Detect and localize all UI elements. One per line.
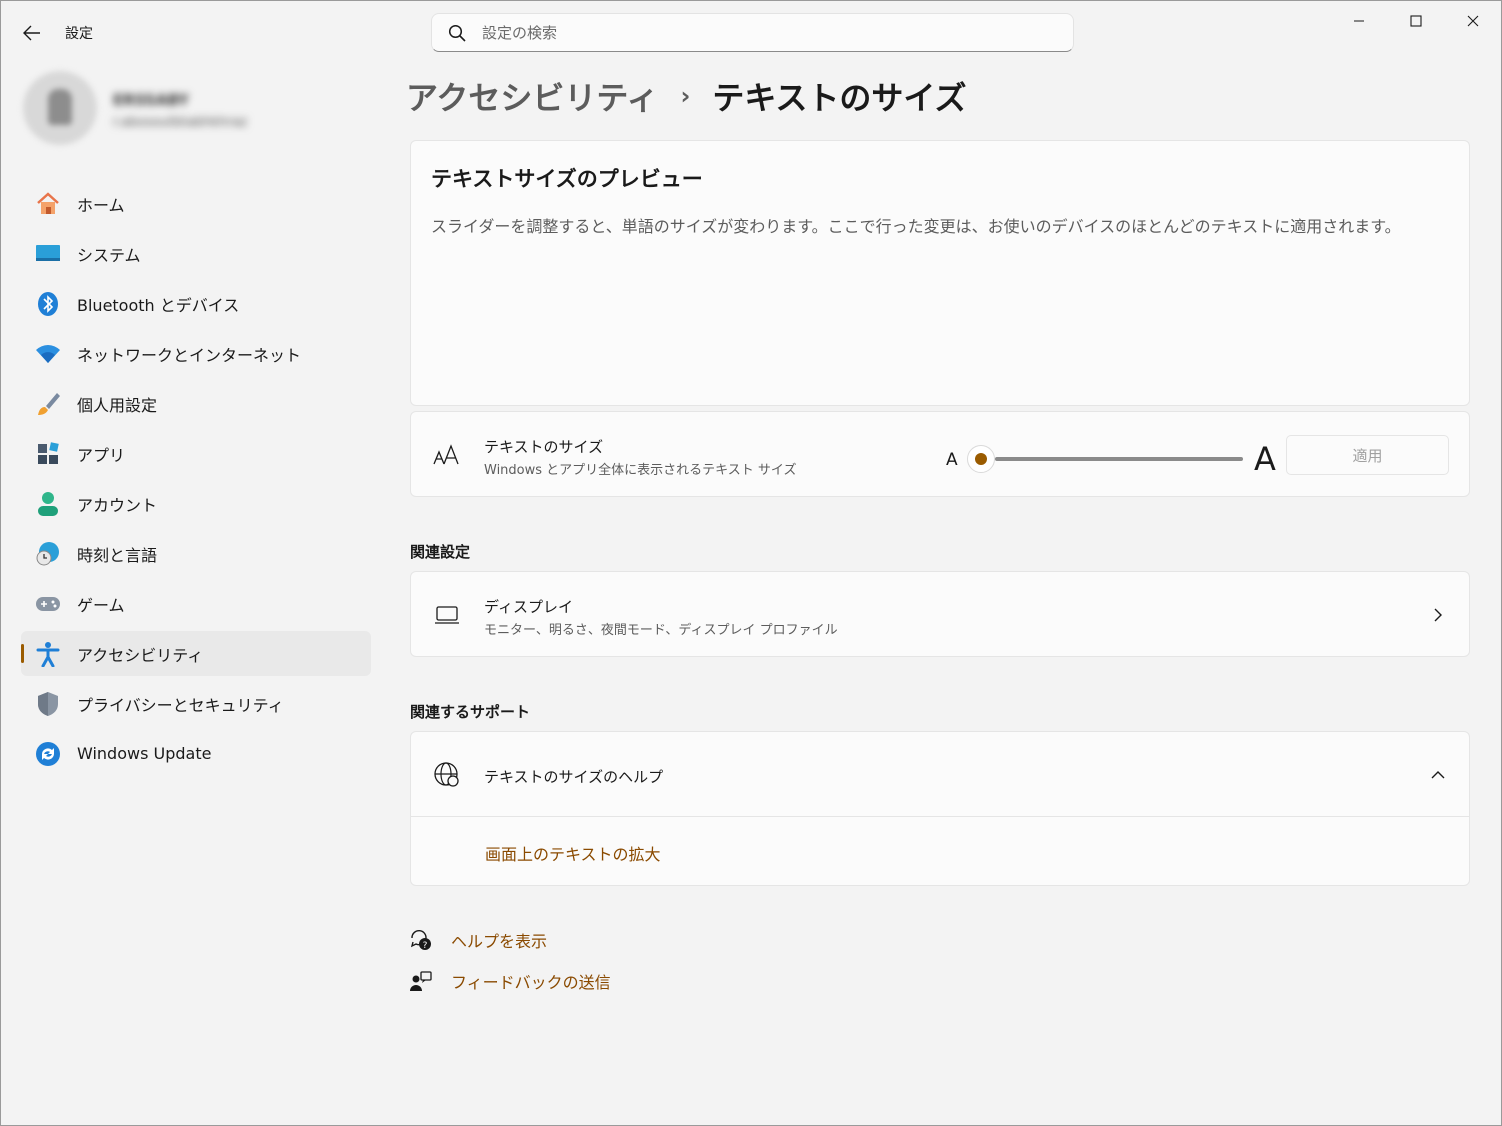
sidebar-item-gaming[interactable]: ゲーム: [21, 581, 371, 626]
minimize-icon: [1353, 20, 1364, 22]
send-feedback-label: フィードバックの送信: [451, 973, 611, 992]
search-box[interactable]: [431, 13, 1074, 52]
settings-window: 設定 ERSSABY r.abosoutbtabhkhraz ホーム システム: [0, 0, 1502, 1126]
help-expander-header[interactable]: テキストのサイズのヘルプ: [411, 732, 1469, 817]
preview-description: スライダーを調整すると、単語のサイズが変わります。ここで行った変更は、お使いのデ…: [431, 217, 1401, 236]
sidebar-item-label: プライバシーとセキュリティ: [77, 695, 284, 715]
breadcrumb-parent[interactable]: アクセシビリティ: [406, 73, 658, 119]
time-language-icon: [33, 539, 63, 569]
text-size-icon: [431, 439, 463, 471]
close-icon: [1467, 15, 1478, 27]
sidebar-item-label: システム: [77, 245, 141, 265]
wifi-icon: [33, 339, 63, 369]
get-help-link[interactable]: ? ヘルプを表示: [409, 928, 547, 952]
minimize-button[interactable]: [1330, 1, 1387, 41]
bluetooth-icon: [33, 289, 63, 319]
globe-help-icon: [431, 759, 463, 791]
profile-name: ERSSABY: [113, 91, 189, 109]
accessibility-icon: [33, 639, 63, 669]
related-support-heading: 関連するサポート: [410, 703, 531, 721]
text-size-preview-card: テキストサイズのプレビュー スライダーを調整すると、単語のサイズが変わります。こ…: [410, 140, 1470, 406]
app-title: 設定: [65, 26, 93, 42]
display-subtitle: モニター、明るさ、夜間モード、ディスプレイ プロファイル: [484, 623, 838, 638]
sidebar-item-personalization[interactable]: 個人用設定: [21, 381, 371, 426]
search-icon: [446, 22, 468, 44]
enlarge-text-help-link[interactable]: 画面上のテキストの拡大: [485, 841, 661, 865]
text-size-title: テキストのサイズ: [484, 438, 604, 456]
search-input[interactable]: [482, 23, 1042, 42]
sidebar-item-bluetooth[interactable]: Bluetooth とデバイス: [21, 281, 371, 326]
display-settings-link[interactable]: ディスプレイ モニター、明るさ、夜間モード、ディスプレイ プロファイル: [410, 571, 1470, 657]
send-feedback-link[interactable]: フィードバックの送信: [409, 969, 611, 993]
system-icon: [33, 239, 63, 269]
account-icon: [33, 489, 63, 519]
slider-track[interactable]: [995, 457, 1243, 461]
help-chat-icon: ?: [409, 928, 433, 952]
sidebar-item-label: 個人用設定: [77, 395, 158, 415]
maximize-icon: [1409, 15, 1422, 27]
shield-icon: [33, 689, 63, 719]
related-settings-heading: 関連設定: [410, 543, 471, 561]
close-button[interactable]: [1444, 1, 1501, 41]
preview-title: テキストサイズのプレビュー: [431, 167, 703, 191]
update-icon: [33, 739, 63, 769]
gamepad-icon: [33, 589, 63, 619]
sidebar-item-home[interactable]: ホーム: [21, 181, 371, 226]
feedback-icon: [409, 969, 433, 993]
sidebar-item-network[interactable]: ネットワークとインターネット: [21, 331, 371, 376]
apps-icon: [33, 439, 63, 469]
profile-email: r.abosoutbtabhkhraz: [113, 115, 248, 130]
sidebar-item-label: ホーム: [77, 195, 125, 215]
svg-text:?: ?: [423, 941, 428, 951]
sidebar-item-label: ネットワークとインターネット: [77, 345, 302, 365]
sidebar-item-windows-update[interactable]: Windows Update: [21, 731, 371, 776]
sidebar-nav: ホーム システム Bluetooth とデバイス ネットワークとインターネット …: [21, 181, 371, 781]
sidebar-item-label: Bluetooth とデバイス: [77, 295, 240, 315]
sidebar-item-apps[interactable]: アプリ: [21, 431, 371, 476]
display-title: ディスプレイ: [484, 598, 573, 616]
page-title: テキストのサイズ: [712, 79, 967, 117]
slider-thumb[interactable]: [967, 445, 995, 473]
brush-icon: [33, 389, 63, 419]
breadcrumb: アクセシビリティ › テキストのサイズ: [406, 73, 966, 119]
text-size-slider[interactable]: [967, 442, 1245, 476]
sidebar-item-label: 時刻と言語: [77, 545, 158, 565]
home-icon: [33, 189, 63, 219]
sidebar-item-accessibility[interactable]: アクセシビリティ: [21, 631, 371, 676]
apply-button[interactable]: 適用: [1286, 435, 1449, 475]
slider-max-label: A: [1254, 440, 1276, 478]
chevron-up-icon: [1429, 766, 1447, 784]
back-button[interactable]: [15, 17, 49, 49]
sidebar-item-system[interactable]: システム: [21, 231, 371, 276]
text-size-setting-card: テキストのサイズ Windows とアプリ全体に表示されるテキスト サイズ A …: [410, 411, 1470, 497]
maximize-button[interactable]: [1387, 1, 1444, 41]
sidebar-item-label: アカウント: [77, 495, 158, 515]
sidebar-item-label: アクセシビリティ: [77, 645, 204, 665]
sidebar-item-accounts[interactable]: アカウント: [21, 481, 371, 526]
sidebar-item-time-language[interactable]: 時刻と言語: [21, 531, 371, 576]
breadcrumb-separator: ›: [680, 82, 691, 110]
sidebar-item-label: ゲーム: [77, 595, 125, 615]
text-size-subtitle: Windows とアプリ全体に表示されるテキスト サイズ: [484, 463, 797, 478]
slider-min-label: A: [946, 450, 958, 470]
help-title: テキストのサイズのヘルプ: [484, 768, 664, 786]
sidebar-item-privacy-security[interactable]: プライバシーとセキュリティ: [21, 681, 371, 726]
sidebar-item-label: Windows Update: [77, 744, 212, 763]
sidebar-item-label: アプリ: [77, 445, 126, 465]
text-size-help-expander: テキストのサイズのヘルプ 画面上のテキストの拡大: [410, 731, 1470, 886]
avatar[interactable]: [23, 71, 97, 145]
back-arrow-icon: [23, 25, 40, 41]
get-help-label: ヘルプを表示: [451, 932, 548, 951]
chevron-right-icon: [1429, 606, 1447, 624]
laptop-icon: [431, 599, 463, 631]
